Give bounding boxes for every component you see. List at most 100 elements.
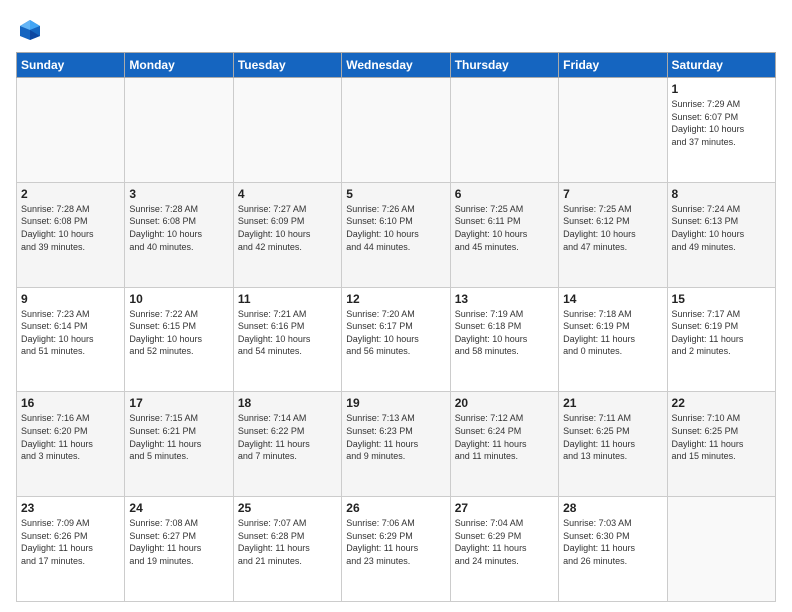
- weekday-thursday: Thursday: [450, 53, 558, 78]
- day-cell: [17, 78, 125, 183]
- day-info: Sunrise: 7:23 AM Sunset: 6:14 PM Dayligh…: [21, 308, 120, 358]
- day-cell: 15Sunrise: 7:17 AM Sunset: 6:19 PM Dayli…: [667, 287, 775, 392]
- day-info: Sunrise: 7:21 AM Sunset: 6:16 PM Dayligh…: [238, 308, 337, 358]
- day-cell: 2 Sunrise: 7:28 AM Sunset: 6:08 PM Daylig…: [17, 182, 125, 287]
- day-number: 4: [238, 187, 337, 201]
- day-info: Sunrise: 7:09 AM Sunset: 6:26 PM Dayligh…: [21, 517, 120, 567]
- day-info: Sunrise: 7:10 AM Sunset: 6:25 PM Dayligh…: [672, 412, 771, 462]
- day-cell: 5 Sunrise: 7:26 AM Sunset: 6:10 PM Daylig…: [342, 182, 450, 287]
- day-cell: [559, 78, 667, 183]
- day-cell: 14 Sunrise: 7:18 AM Sunset: 6:19 PM Dayli…: [559, 287, 667, 392]
- day-cell: 11 Sunrise: 7:21 AM Sunset: 6:16 PM Dayli…: [233, 287, 341, 392]
- day-info: Sunrise: 7:20 AM Sunset: 6:17 PM Dayligh…: [346, 308, 445, 358]
- day-cell: 27 Sunrise: 7:04 AM Sunset: 6:29 PM Dayli…: [450, 497, 558, 602]
- logo: [16, 16, 48, 44]
- week-row-3: 9 Sunrise: 7:23 AM Sunset: 6:14 PM Daylig…: [17, 287, 776, 392]
- day-number: 10: [129, 292, 228, 306]
- day-info: Sunrise: 7:24 AM Sunset: 6:13 PM Dayligh…: [672, 203, 771, 253]
- day-cell: [667, 497, 775, 602]
- day-info: Sunrise: 7:12 AM Sunset: 6:24 PM Dayligh…: [455, 412, 554, 462]
- day-number: 1: [672, 82, 771, 96]
- weekday-tuesday: Tuesday: [233, 53, 341, 78]
- day-number: 9: [21, 292, 120, 306]
- day-number: 2: [21, 187, 120, 201]
- day-cell: 17Sunrise: 7:15 AM Sunset: 6:21 PM Dayli…: [125, 392, 233, 497]
- day-info: Sunrise: 7:06 AM Sunset: 6:29 PM Dayligh…: [346, 517, 445, 567]
- header: [16, 16, 776, 44]
- day-info: Sunrise: 7:25 AM Sunset: 6:12 PM Dayligh…: [563, 203, 662, 253]
- day-cell: 24 Sunrise: 7:08 AM Sunset: 6:27 PM Dayli…: [125, 497, 233, 602]
- day-number: 21: [563, 396, 662, 410]
- day-number: 24: [129, 501, 228, 515]
- day-number: 18: [238, 396, 337, 410]
- week-row-4: 16 Sunrise: 7:16 AM Sunset: 6:20 PM Dayli…: [17, 392, 776, 497]
- day-cell: 8 Sunrise: 7:24 AM Sunset: 6:13 PM Daylig…: [667, 182, 775, 287]
- day-cell: 10 Sunrise: 7:22 AM Sunset: 6:15 PM Dayli…: [125, 287, 233, 392]
- day-number: 23: [21, 501, 120, 515]
- week-row-2: 2 Sunrise: 7:28 AM Sunset: 6:08 PM Daylig…: [17, 182, 776, 287]
- day-cell: 3 Sunrise: 7:28 AM Sunset: 6:08 PM Daylig…: [125, 182, 233, 287]
- day-cell: 21 Sunrise: 7:11 AM Sunset: 6:25 PM Dayli…: [559, 392, 667, 497]
- weekday-saturday: Saturday: [667, 53, 775, 78]
- week-row-1: 1 Sunrise: 7:29 AM Sunset: 6:07 PM Daylig…: [17, 78, 776, 183]
- day-cell: 20 Sunrise: 7:12 AM Sunset: 6:24 PM Dayli…: [450, 392, 558, 497]
- day-info: Sunrise: 7:08 AM Sunset: 6:27 PM Dayligh…: [129, 517, 228, 567]
- day-info: Sunrise: 7:28 AM Sunset: 6:08 PM Dayligh…: [21, 203, 120, 253]
- day-info: Sunrise: 7:19 AM Sunset: 6:18 PM Dayligh…: [455, 308, 554, 358]
- day-number: 14: [563, 292, 662, 306]
- day-cell: 16 Sunrise: 7:16 AM Sunset: 6:20 PM Dayli…: [17, 392, 125, 497]
- page: SundayMondayTuesdayWednesdayThursdayFrid…: [0, 0, 792, 612]
- day-cell: 18 Sunrise: 7:14 AM Sunset: 6:22 PM Dayli…: [233, 392, 341, 497]
- day-number: 25: [238, 501, 337, 515]
- day-number: 5: [346, 187, 445, 201]
- day-number: 16: [21, 396, 120, 410]
- day-info: Sunrise: 7:26 AM Sunset: 6:10 PM Dayligh…: [346, 203, 445, 253]
- day-cell: 13 Sunrise: 7:19 AM Sunset: 6:18 PM Dayli…: [450, 287, 558, 392]
- day-info: Sunrise: 7:16 AM Sunset: 6:20 PM Dayligh…: [21, 412, 120, 462]
- week-row-5: 23 Sunrise: 7:09 AM Sunset: 6:26 PM Dayli…: [17, 497, 776, 602]
- day-info: Sunrise: 7:27 AM Sunset: 6:09 PM Dayligh…: [238, 203, 337, 253]
- day-number: 26: [346, 501, 445, 515]
- day-cell: 6 Sunrise: 7:25 AM Sunset: 6:11 PM Daylig…: [450, 182, 558, 287]
- day-number: 11: [238, 292, 337, 306]
- day-cell: [233, 78, 341, 183]
- day-cell: 25 Sunrise: 7:07 AM Sunset: 6:28 PM Dayli…: [233, 497, 341, 602]
- day-number: 6: [455, 187, 554, 201]
- day-number: 7: [563, 187, 662, 201]
- logo-icon: [16, 16, 44, 44]
- weekday-header-row: SundayMondayTuesdayWednesdayThursdayFrid…: [17, 53, 776, 78]
- day-info: Sunrise: 7:14 AM Sunset: 6:22 PM Dayligh…: [238, 412, 337, 462]
- day-cell: 9 Sunrise: 7:23 AM Sunset: 6:14 PM Daylig…: [17, 287, 125, 392]
- day-cell: [450, 78, 558, 183]
- weekday-friday: Friday: [559, 53, 667, 78]
- day-cell: 23 Sunrise: 7:09 AM Sunset: 6:26 PM Dayli…: [17, 497, 125, 602]
- day-info: Sunrise: 7:07 AM Sunset: 6:28 PM Dayligh…: [238, 517, 337, 567]
- day-info: Sunrise: 7:28 AM Sunset: 6:08 PM Dayligh…: [129, 203, 228, 253]
- day-cell: 22 Sunrise: 7:10 AM Sunset: 6:25 PM Dayli…: [667, 392, 775, 497]
- day-number: 27: [455, 501, 554, 515]
- day-number: 19: [346, 396, 445, 410]
- day-number: 8: [672, 187, 771, 201]
- weekday-sunday: Sunday: [17, 53, 125, 78]
- weekday-monday: Monday: [125, 53, 233, 78]
- day-number: 22: [672, 396, 771, 410]
- day-info: Sunrise: 7:22 AM Sunset: 6:15 PM Dayligh…: [129, 308, 228, 358]
- day-cell: 4 Sunrise: 7:27 AM Sunset: 6:09 PM Daylig…: [233, 182, 341, 287]
- calendar-table: SundayMondayTuesdayWednesdayThursdayFrid…: [16, 52, 776, 602]
- day-cell: 28Sunrise: 7:03 AM Sunset: 6:30 PM Dayli…: [559, 497, 667, 602]
- day-info: Sunrise: 7:04 AM Sunset: 6:29 PM Dayligh…: [455, 517, 554, 567]
- day-cell: [342, 78, 450, 183]
- day-number: 13: [455, 292, 554, 306]
- day-info: Sunrise: 7:29 AM Sunset: 6:07 PM Dayligh…: [672, 98, 771, 148]
- day-info: Sunrise: 7:13 AM Sunset: 6:23 PM Dayligh…: [346, 412, 445, 462]
- day-info: Sunrise: 7:25 AM Sunset: 6:11 PM Dayligh…: [455, 203, 554, 253]
- weekday-wednesday: Wednesday: [342, 53, 450, 78]
- day-cell: [125, 78, 233, 183]
- day-number: 20: [455, 396, 554, 410]
- day-number: 12: [346, 292, 445, 306]
- day-number: 3: [129, 187, 228, 201]
- day-cell: 19 Sunrise: 7:13 AM Sunset: 6:23 PM Dayli…: [342, 392, 450, 497]
- day-info: Sunrise: 7:18 AM Sunset: 6:19 PM Dayligh…: [563, 308, 662, 358]
- day-info: Sunrise: 7:11 AM Sunset: 6:25 PM Dayligh…: [563, 412, 662, 462]
- day-cell: 1 Sunrise: 7:29 AM Sunset: 6:07 PM Daylig…: [667, 78, 775, 183]
